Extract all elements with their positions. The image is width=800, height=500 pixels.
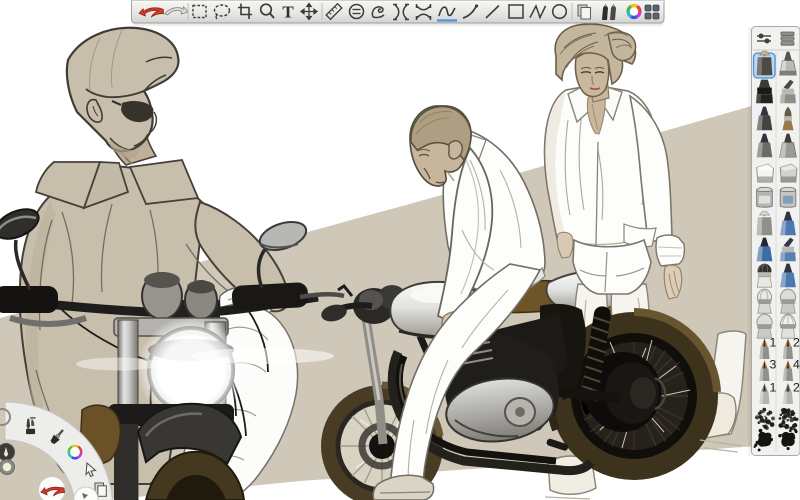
svg-text:2: 2	[793, 336, 800, 350]
svg-text:1: 1	[769, 381, 776, 395]
svg-text:4: 4	[793, 358, 800, 372]
svg-text:3: 3	[769, 358, 776, 372]
svg-text:1: 1	[769, 336, 776, 350]
svg-text:T: T	[282, 3, 294, 22]
svg-text:2: 2	[793, 381, 800, 395]
